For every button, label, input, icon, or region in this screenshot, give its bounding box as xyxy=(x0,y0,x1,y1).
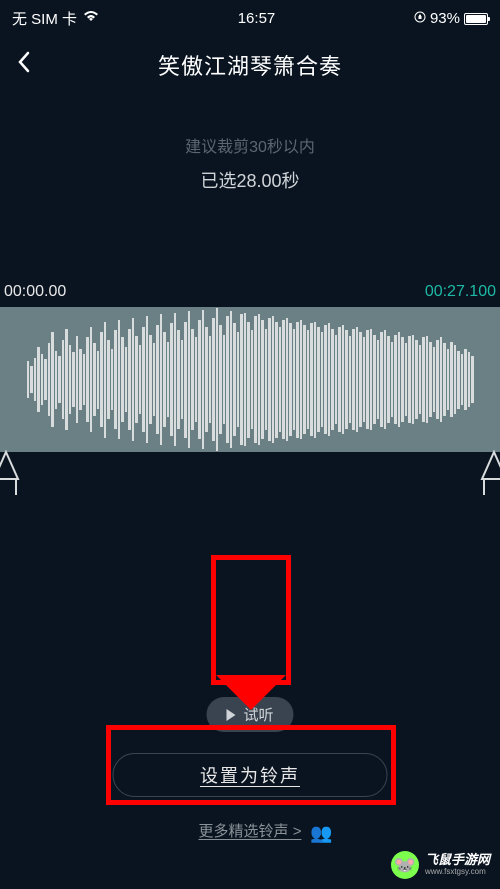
start-time: 00:00.00 xyxy=(4,283,66,301)
nav-bar: 笑傲江湖琴箫合奏 xyxy=(0,37,500,93)
more-link-label: 更多精选铃声 > xyxy=(199,823,302,840)
watermark-logo-icon: 🐭 xyxy=(391,851,419,879)
more-ringtones-link[interactable]: 更多精选铃声 > xyxy=(199,820,302,841)
status-bar: 无 SIM 卡 16:57 93% xyxy=(0,0,500,37)
set-ringtone-button[interactable]: 设置为铃声 xyxy=(113,753,388,797)
trim-handle-right[interactable] xyxy=(478,447,500,497)
watermark-url: www.fsxtgsy.com xyxy=(425,868,490,877)
battery-icon xyxy=(464,13,488,25)
page-title: 笑傲江湖琴箫合奏 xyxy=(16,49,484,81)
play-icon xyxy=(226,709,235,721)
crop-hint: 建议裁剪30秒以内 xyxy=(0,133,500,157)
trim-handle-left[interactable] xyxy=(0,447,22,497)
lock-icon xyxy=(414,10,426,27)
status-left: 无 SIM 卡 xyxy=(12,8,99,29)
wifi-icon xyxy=(83,10,99,27)
preview-label: 试听 xyxy=(243,704,273,725)
status-right: 93% xyxy=(414,10,488,27)
set-ringtone-label: 设置为铃声 xyxy=(200,762,300,788)
status-time: 16:57 xyxy=(238,10,276,27)
selected-duration: 已选28.00秒 xyxy=(0,167,500,193)
carrier-text: 无 SIM 卡 xyxy=(12,8,77,29)
person-icon: 👥 xyxy=(310,823,332,844)
back-button[interactable] xyxy=(16,50,32,81)
watermark-title: 飞鼠手游网 xyxy=(425,853,490,867)
waveform-editor: 00:00.00 00:27.100 xyxy=(0,283,500,452)
watermark: 🐭 飞鼠手游网 www.fsxtgsy.com xyxy=(391,851,490,879)
waveform-track[interactable] xyxy=(0,307,500,452)
end-time: 00:27.100 xyxy=(425,283,496,301)
time-labels: 00:00.00 00:27.100 xyxy=(0,283,500,301)
preview-button[interactable]: 试听 xyxy=(206,697,293,732)
battery-percent: 93% xyxy=(430,10,460,27)
